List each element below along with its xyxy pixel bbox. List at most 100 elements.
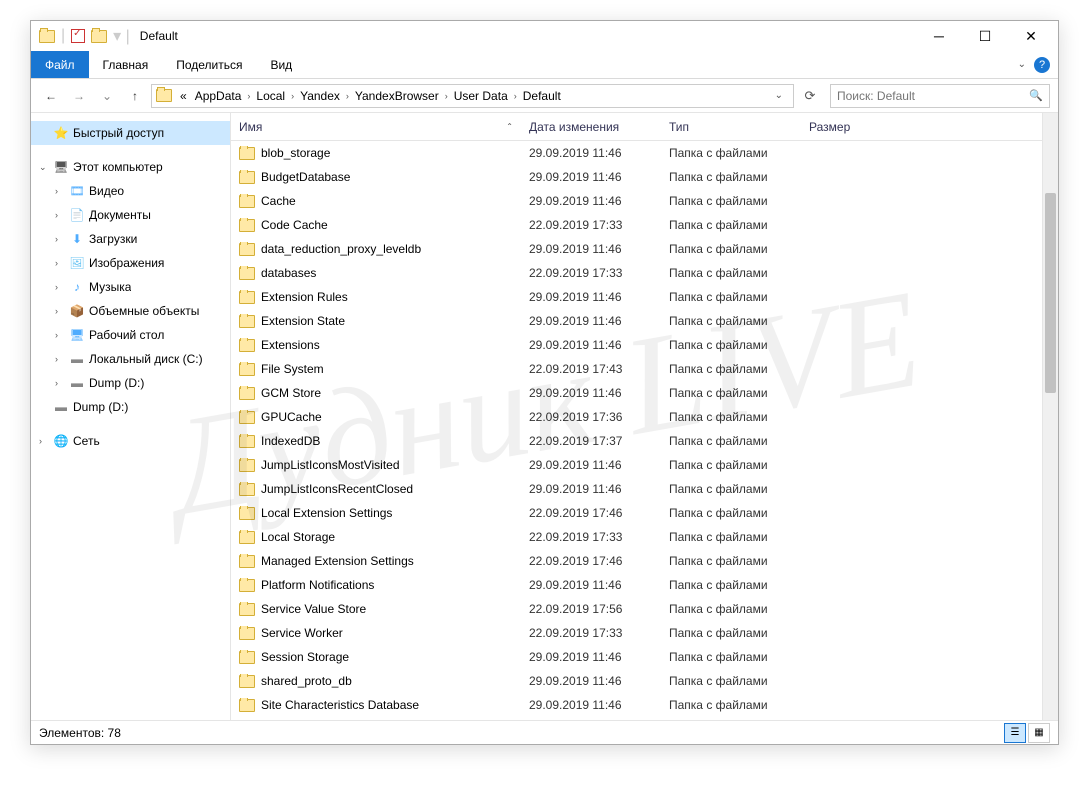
sidebar-label: Сеть [73, 434, 100, 448]
expand-icon[interactable]: ⌄ [39, 162, 49, 173]
sidebar-item[interactable]: ⭐Быстрый доступ [31, 121, 230, 145]
ribbon-tab-share[interactable]: Поделиться [162, 51, 256, 78]
file-row[interactable]: Service Value Store22.09.2019 17:56Папка… [231, 597, 1042, 621]
file-row[interactable]: Cache29.09.2019 11:46Папка с файлами [231, 189, 1042, 213]
sidebar-label: Dump (D:) [89, 376, 144, 390]
file-row[interactable]: BudgetDatabase29.09.2019 11:46Папка с фа… [231, 165, 1042, 189]
file-row[interactable]: Managed Extension Settings22.09.2019 17:… [231, 549, 1042, 573]
file-date: 22.09.2019 17:36 [521, 410, 661, 424]
expand-ribbon-icon[interactable]: ⌄ [1018, 59, 1026, 70]
expand-icon[interactable]: › [55, 378, 65, 388]
sidebar-item[interactable]: ›📦Объемные объекты [31, 299, 230, 323]
sidebar-item[interactable]: ⌄🖥Этот компьютер [31, 155, 230, 179]
help-icon[interactable]: ? [1034, 57, 1050, 73]
nav-recent-button[interactable]: ⌄ [95, 84, 119, 108]
expand-icon[interactable]: › [55, 354, 65, 364]
ribbon-tab-home[interactable]: Главная [89, 51, 163, 78]
file-row[interactable]: blob_storage29.09.2019 11:46Папка с файл… [231, 141, 1042, 165]
column-header-name[interactable]: Имя⌃ [231, 120, 521, 134]
close-button[interactable]: ✕ [1008, 21, 1054, 51]
nav-up-button[interactable]: ↑ [123, 84, 147, 108]
folder-icon [239, 651, 255, 664]
file-row[interactable]: Site Characteristics Database29.09.2019 … [231, 693, 1042, 717]
sidebar-item[interactable]: ›▬Dump (D:) [31, 371, 230, 395]
expand-icon[interactable]: › [55, 210, 65, 220]
breadcrumb-dropdown[interactable]: ⌄ [769, 90, 789, 101]
file-row[interactable]: JumpListIconsRecentClosed29.09.2019 11:4… [231, 477, 1042, 501]
breadcrumb-item[interactable]: User Data [450, 89, 512, 103]
ribbon-tab-file[interactable]: Файл [31, 51, 89, 78]
search-icon[interactable]: 🔍 [1029, 89, 1043, 102]
file-row[interactable]: GPUCache22.09.2019 17:36Папка с файлами [231, 405, 1042, 429]
file-row[interactable]: Code Cache22.09.2019 17:33Папка с файлам… [231, 213, 1042, 237]
sidebar-item[interactable]: ›🎞Видео [31, 179, 230, 203]
file-row[interactable]: data_reduction_proxy_leveldb29.09.2019 1… [231, 237, 1042, 261]
sidebar-item[interactable]: ›🌐Сеть [31, 429, 230, 453]
sidebar-item[interactable]: ›🖼Изображения [31, 251, 230, 275]
column-header-type[interactable]: Тип [661, 120, 801, 134]
breadcrumb[interactable]: « AppData› Local› Yandex› YandexBrowser›… [151, 84, 794, 108]
file-row[interactable]: GCM Store29.09.2019 11:46Папка с файлами [231, 381, 1042, 405]
sidebar-icon: 📄 [69, 207, 85, 223]
file-row[interactable]: Extension State29.09.2019 11:46Папка с ф… [231, 309, 1042, 333]
expand-icon[interactable]: › [55, 306, 65, 316]
sidebar-item[interactable]: ›🖥Рабочий стол [31, 323, 230, 347]
breadcrumb-item[interactable]: Default [519, 89, 565, 103]
sidebar-item[interactable]: ▬Dump (D:) [31, 395, 230, 419]
sidebar-item[interactable]: ›▬Локальный диск (C:) [31, 347, 230, 371]
file-row[interactable]: Local Extension Settings22.09.2019 17:46… [231, 501, 1042, 525]
sidebar-item[interactable]: ›⬇Загрузки [31, 227, 230, 251]
file-row[interactable]: Session Storage29.09.2019 11:46Папка с ф… [231, 645, 1042, 669]
nav-forward-button[interactable]: → [67, 84, 91, 108]
file-row[interactable]: shared_proto_db29.09.2019 11:46Папка с ф… [231, 669, 1042, 693]
expand-icon[interactable]: › [39, 436, 49, 446]
check-icon[interactable] [71, 29, 85, 43]
expand-icon[interactable]: › [55, 330, 65, 340]
search-box[interactable]: 🔍 [830, 84, 1050, 108]
refresh-button[interactable]: ⟳ [798, 84, 822, 108]
file-list[interactable]: blob_storage29.09.2019 11:46Папка с файл… [231, 141, 1042, 720]
breadcrumb-item[interactable]: Local [252, 89, 289, 103]
file-row[interactable]: Service Worker22.09.2019 17:33Папка с фа… [231, 621, 1042, 645]
breadcrumb-item[interactable]: Yandex [296, 89, 344, 103]
column-header-date[interactable]: Дата изменения [521, 120, 661, 134]
breadcrumb-item[interactable]: AppData [191, 89, 246, 103]
maximize-button[interactable]: ☐ [962, 21, 1008, 51]
sidebar-label: Быстрый доступ [73, 126, 164, 140]
view-large-button[interactable]: ▦ [1028, 723, 1050, 743]
file-row[interactable]: IndexedDB22.09.2019 17:37Папка с файлами [231, 429, 1042, 453]
expand-icon[interactable]: › [55, 258, 65, 268]
expand-icon[interactable]: › [55, 186, 65, 196]
sidebar-icon: 📦 [69, 303, 85, 319]
scrollbar[interactable] [1042, 113, 1058, 720]
file-name: IndexedDB [261, 434, 320, 448]
column-header-size[interactable]: Размер [801, 120, 901, 134]
file-row[interactable]: Platform Notifications29.09.2019 11:46Па… [231, 573, 1042, 597]
sidebar-item[interactable]: ›♪Музыка [31, 275, 230, 299]
file-row[interactable]: Local Storage22.09.2019 17:33Папка с фай… [231, 525, 1042, 549]
file-type: Папка с файлами [661, 146, 801, 160]
file-row[interactable]: databases22.09.2019 17:33Папка с файлами [231, 261, 1042, 285]
sidebar-item[interactable]: ›📄Документы [31, 203, 230, 227]
search-input[interactable] [837, 89, 1023, 103]
nav-back-button[interactable]: ← [39, 84, 63, 108]
expand-icon[interactable]: › [55, 282, 65, 292]
window-title: Default [140, 29, 178, 43]
expand-icon[interactable]: › [55, 234, 65, 244]
scroll-thumb[interactable] [1045, 193, 1056, 393]
ribbon-tab-view[interactable]: Вид [256, 51, 306, 78]
content-area: ⭐Быстрый доступ⌄🖥Этот компьютер›🎞Видео›📄… [31, 113, 1058, 720]
view-details-button[interactable]: ☰ [1004, 723, 1026, 743]
file-row[interactable]: File System22.09.2019 17:43Папка с файла… [231, 357, 1042, 381]
folder-icon [239, 603, 255, 616]
folder-icon [239, 459, 255, 472]
minimize-button[interactable]: ─ [916, 21, 962, 51]
file-row[interactable]: Extensions29.09.2019 11:46Папка с файлам… [231, 333, 1042, 357]
file-name: Platform Notifications [261, 578, 374, 592]
breadcrumb-item[interactable]: YandexBrowser [351, 89, 443, 103]
file-name: Service Value Store [261, 602, 366, 616]
file-date: 29.09.2019 11:46 [521, 578, 661, 592]
file-date: 29.09.2019 11:46 [521, 650, 661, 664]
file-row[interactable]: Extension Rules29.09.2019 11:46Папка с ф… [231, 285, 1042, 309]
file-row[interactable]: JumpListIconsMostVisited29.09.2019 11:46… [231, 453, 1042, 477]
